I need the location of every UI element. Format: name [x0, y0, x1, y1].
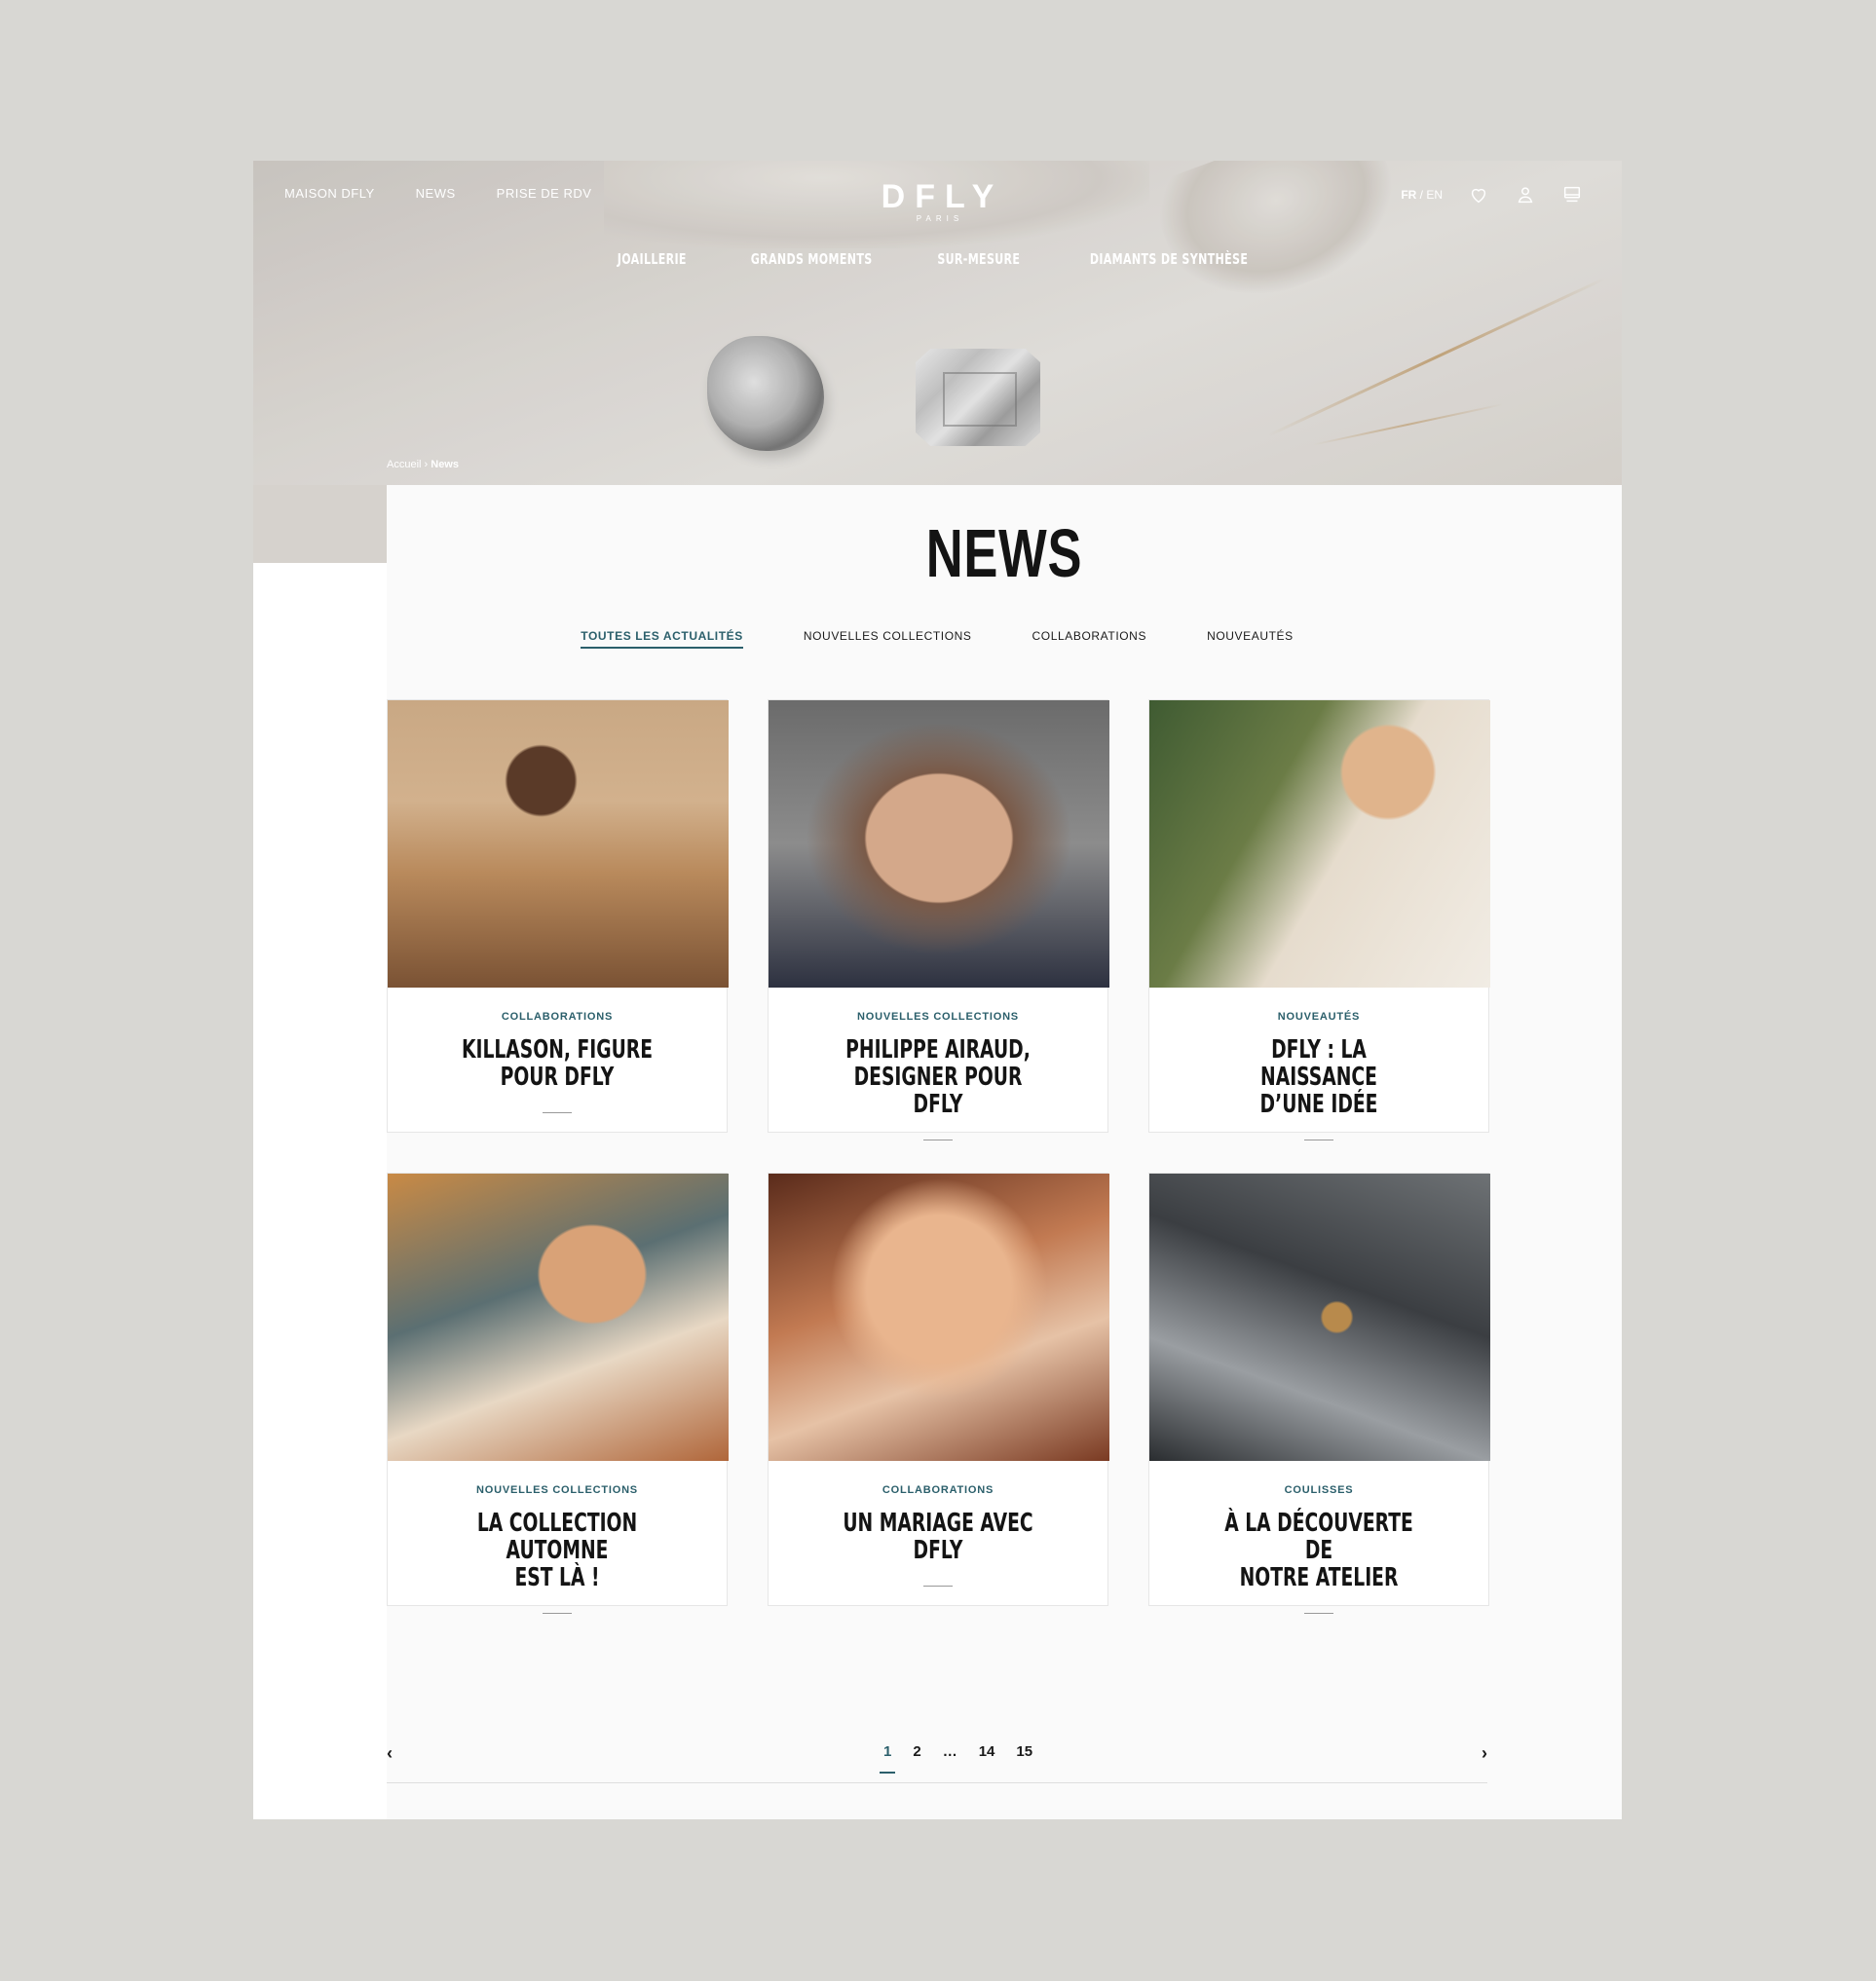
filter-new-arrivals[interactable]: NOUVEAUTÉS	[1207, 629, 1294, 649]
lang-fr[interactable]: FR	[1401, 188, 1416, 202]
lang-en[interactable]: EN	[1426, 188, 1443, 202]
hero-side-block	[253, 485, 387, 563]
news-card[interactable]: NOUVEAUTÉS DFLY : LA NAISSANCE D’UNE IDÉE	[1148, 699, 1490, 1140]
heart-icon[interactable]	[1468, 184, 1489, 206]
card-category: NOUVELLES COLLECTIONS	[476, 1484, 638, 1496]
card-title: DFLY : LA NAISSANCE D’UNE IDÉE	[1259, 1035, 1378, 1119]
nav-diamants-de-synthese[interactable]: DIAMANTS DE SYNTHÈSE	[1090, 250, 1248, 268]
card-divider	[923, 1586, 953, 1587]
filter-collaborations[interactable]: COLLABORATIONS	[1032, 629, 1147, 649]
page-ellipsis: …	[942, 1743, 957, 1760]
prev-page-button[interactable]: ‹	[387, 1743, 393, 1764]
card-image	[1149, 1174, 1490, 1461]
cart-icon[interactable]	[1561, 184, 1583, 206]
nav-joaillerie[interactable]: JOAILLERIE	[618, 250, 687, 268]
card-image	[769, 1174, 1109, 1461]
card-divider	[1304, 1613, 1333, 1614]
breadcrumb: Accueil › News	[387, 459, 459, 470]
card-title: KILLASON, FIGURE POUR DFLY	[461, 1035, 654, 1092]
card-category: NOUVELLES COLLECTIONS	[857, 1011, 1019, 1023]
news-card[interactable]: NOUVELLES COLLECTIONS PHILIPPE AIRAUD, DE…	[768, 699, 1109, 1140]
page-1[interactable]: 1	[880, 1743, 896, 1774]
card-category: COULISSES	[1284, 1484, 1354, 1496]
card-divider	[543, 1613, 572, 1614]
news-content: NEWS TOUTES LES ACTUALITÉS NOUVELLES COL…	[387, 485, 1622, 1819]
news-card[interactable]: COLLABORATIONS KILLASON, FIGURE POUR DFLY	[387, 699, 729, 1133]
card-category: COLLABORATIONS	[882, 1484, 994, 1496]
card-title: LA COLLECTION AUTOMNE EST LÀ !	[476, 1509, 638, 1592]
filter-all-news[interactable]: TOUTES LES ACTUALITÉS	[581, 629, 743, 649]
card-image	[1149, 700, 1490, 988]
news-card[interactable]: NOUVELLES COLLECTIONS LA COLLECTION AUTO…	[387, 1173, 729, 1614]
logo-subtext: PARIS	[916, 214, 964, 223]
card-image	[769, 700, 1109, 988]
page-2[interactable]: 2	[909, 1743, 924, 1774]
breadcrumb-current: News	[431, 459, 459, 470]
page-14[interactable]: 14	[975, 1743, 999, 1774]
category-filters: TOUTES LES ACTUALITÉS NOUVELLES COLLECTI…	[387, 629, 1487, 649]
header-actions: FR / EN	[1401, 184, 1583, 206]
news-grid: COLLABORATIONS KILLASON, FIGURE POUR DFLY…	[387, 699, 1490, 1614]
card-divider	[543, 1112, 572, 1113]
card-title: PHILIPPE AIRAUD, DESIGNER POUR DFLY	[845, 1035, 1031, 1119]
breadcrumb-home[interactable]: Accueil	[387, 459, 421, 470]
pagination: ‹ 1 2 … 14 15 ›	[387, 1743, 1487, 1783]
main-nav: JOAILLERIE GRANDS MOMENTS SUR-MESURE DIA…	[253, 250, 1622, 268]
card-title: UN MARIAGE AVEC DFLY	[843, 1509, 1033, 1565]
news-card[interactable]: COULISSES À LA DÉCOUVERTE DE NOTRE ATELIE…	[1148, 1173, 1490, 1614]
nav-grands-moments[interactable]: GRANDS MOMENTS	[751, 250, 873, 268]
hero-banner: MAISON DFLY NEWS PRISE DE RDV DFLY PARIS…	[253, 161, 1622, 485]
card-image	[388, 1174, 729, 1461]
page-title: NEWS	[925, 515, 1083, 591]
nav-sur-mesure[interactable]: SUR-MESURE	[937, 250, 1020, 268]
filter-new-collections[interactable]: NOUVELLES COLLECTIONS	[804, 629, 972, 649]
card-image	[388, 700, 729, 988]
card-category: NOUVEAUTÉS	[1277, 1011, 1361, 1023]
page-15[interactable]: 15	[1012, 1743, 1036, 1774]
page-numbers: 1 2 … 14 15	[880, 1743, 1036, 1774]
page-frame: MAISON DFLY NEWS PRISE DE RDV DFLY PARIS…	[253, 161, 1622, 1819]
user-icon[interactable]	[1515, 184, 1536, 206]
card-title: À LA DÉCOUVERTE DE NOTRE ATELIER	[1224, 1509, 1413, 1592]
next-page-button[interactable]: ›	[1482, 1743, 1487, 1764]
card-category: COLLABORATIONS	[501, 1011, 614, 1023]
language-switcher[interactable]: FR / EN	[1401, 188, 1443, 202]
news-card[interactable]: COLLABORATIONS UN MARIAGE AVEC DFLY	[768, 1173, 1109, 1606]
